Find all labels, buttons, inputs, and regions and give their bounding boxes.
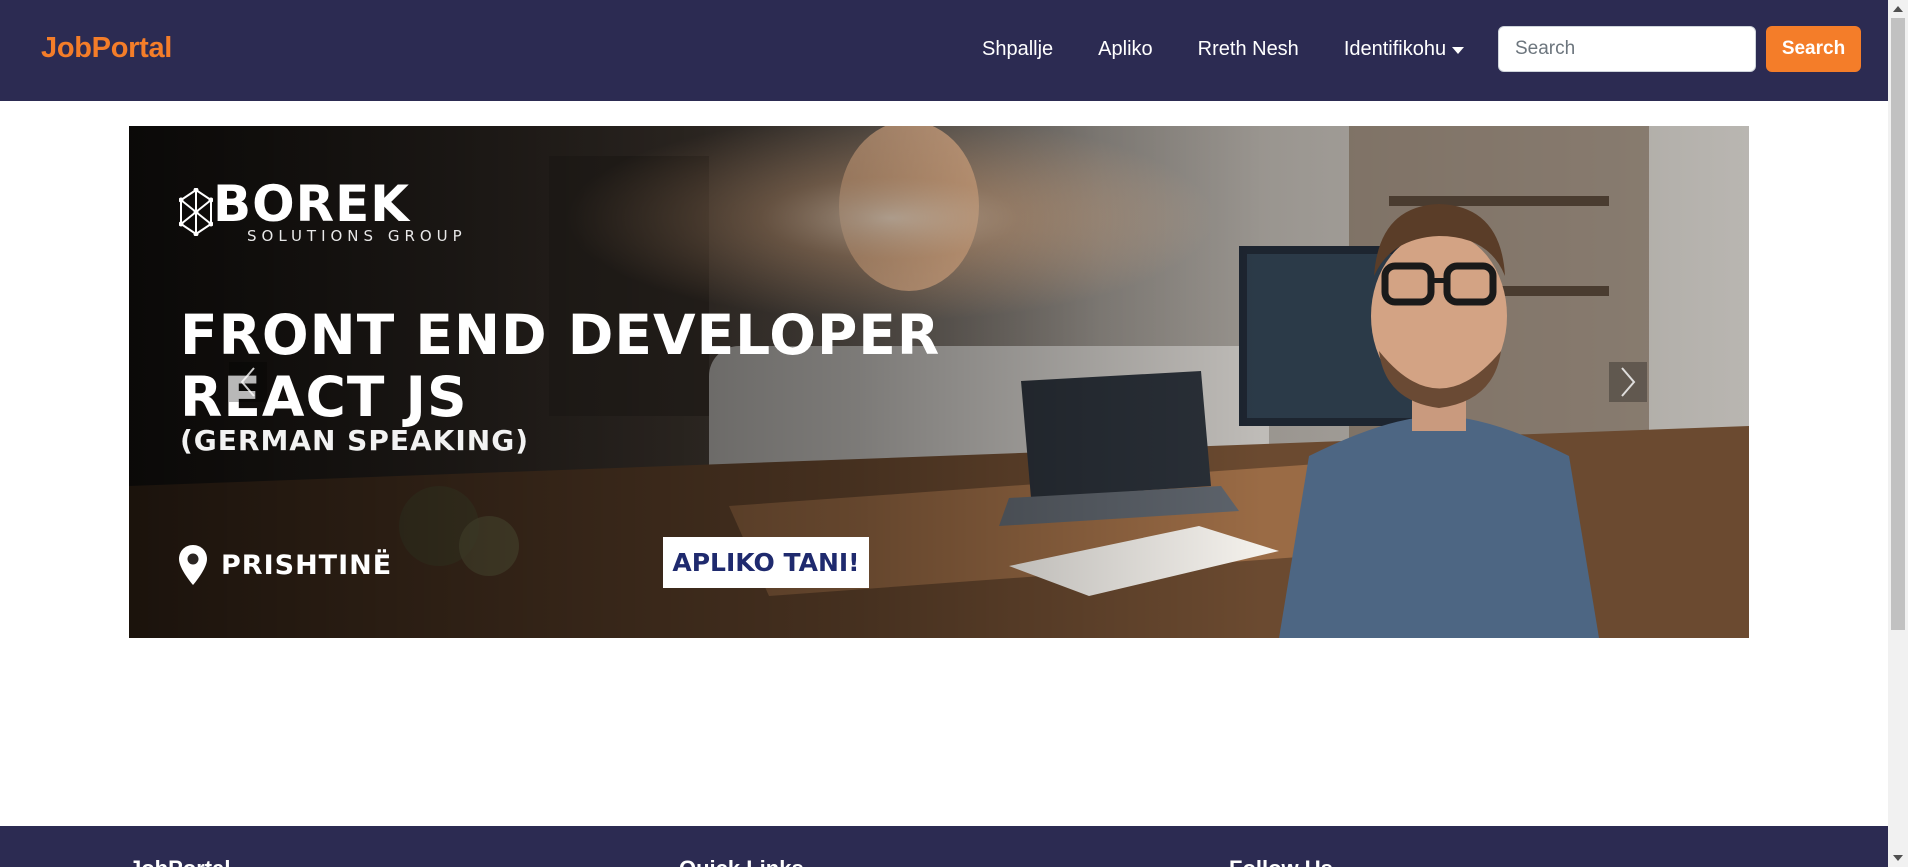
company-name: BOREK <box>213 175 411 233</box>
job-title: FRONT END DEVELOPER REACT JS <box>180 304 940 428</box>
job-location: PRISHTINË <box>179 545 392 585</box>
map-pin-icon <box>179 545 207 585</box>
search-input[interactable] <box>1498 26 1756 72</box>
footer-heading-jobportal: JobPortal <box>129 856 230 867</box>
job-language: (GERMAN SPEAKING) <box>180 424 529 457</box>
network-logo-icon <box>179 188 213 236</box>
company-subtitle: SOLUTIONS GROUP <box>247 227 467 245</box>
caret-down-icon <box>1452 47 1465 54</box>
location-label: PRISHTINË <box>221 549 393 581</box>
brand-logo[interactable]: JobPortal <box>41 32 172 65</box>
navbar: JobPortal Shpallje Apliko Rreth Nesh Ide… <box>0 0 1888 101</box>
job-title-line1: FRONT END DEVELOPER <box>180 303 941 367</box>
page-scrollbar[interactable] <box>1888 0 1908 867</box>
job-title-line2: REACT JS <box>180 365 468 429</box>
job-carousel: BOREK SOLUTIONS GROUP FRONT END DEVELOPE… <box>129 126 1749 638</box>
apply-now-button[interactable]: APLIKO TANI! <box>663 537 869 588</box>
footer-heading-quick-links: Quick Links <box>679 856 804 867</box>
nav-link-rreth-nesh[interactable]: Rreth Nesh <box>1198 38 1299 61</box>
scroll-up-arrow-icon[interactable] <box>1893 6 1903 12</box>
footer-heading-follow-us: Follow Us <box>1229 856 1333 867</box>
footer: JobPortal Quick Links Follow Us <box>0 826 1888 867</box>
nav-link-shpallje[interactable]: Shpallje <box>982 38 1053 61</box>
nav-links: Shpallje Apliko Rreth Nesh Identifikohu <box>982 38 1509 61</box>
chevron-right-icon <box>1621 367 1636 397</box>
carousel-next-button[interactable] <box>1609 362 1647 402</box>
nav-dropdown-identifikohu[interactable]: Identifikohu <box>1343 38 1465 61</box>
company-logo: BOREK SOLUTIONS GROUP <box>179 179 467 245</box>
scroll-down-arrow-icon[interactable] <box>1893 855 1903 861</box>
nav-link-apliko[interactable]: Apliko <box>1098 38 1152 61</box>
nav-dropdown-label: Identifikohu <box>1343 38 1447 60</box>
carousel-prev-button[interactable] <box>229 362 267 402</box>
scrollbar-thumb[interactable] <box>1891 18 1905 630</box>
search-button[interactable]: Search <box>1766 26 1861 72</box>
chevron-left-icon <box>240 367 255 397</box>
